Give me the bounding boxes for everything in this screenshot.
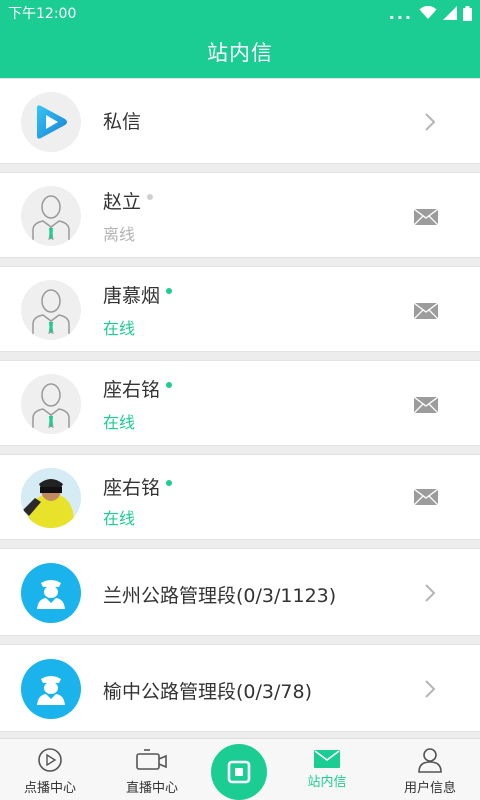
contact-status: 在线 [103, 413, 136, 432]
status-icons: ... [389, 4, 472, 23]
status-dot [147, 193, 154, 200]
mail-icon[interactable] [414, 303, 438, 319]
private-message-label: 私信 [103, 111, 142, 133]
video-camera-icon [136, 749, 167, 770]
chevron-right-icon [425, 584, 436, 602]
contact-row[interactable]: 座右铭 在线 [0, 360, 480, 446]
mail-icon[interactable] [414, 209, 438, 225]
nav-label: 点播中心 [23, 781, 76, 796]
avatar-photo [21, 468, 81, 528]
avatar [21, 280, 81, 340]
officer-icon [37, 676, 65, 705]
play-circle-icon [38, 748, 62, 772]
contact-name: 赵立 [103, 187, 154, 214]
square-icon [227, 760, 251, 784]
center-action-button[interactable] [211, 744, 267, 800]
header: 站内信 [0, 26, 480, 78]
group-row[interactable]: 榆中公路管理段(0/3/78) [0, 644, 480, 732]
nav-label: 用户信息 [403, 781, 456, 796]
status-dot [166, 381, 173, 388]
contact-row[interactable]: 唐慕烟 在线 [0, 266, 480, 352]
default-user-avatar-icon [32, 195, 70, 240]
wifi-icon [419, 6, 437, 19]
group-label: 兰州公路管理段(0/3/1123) [103, 585, 337, 607]
group-avatar [21, 563, 81, 623]
nav-label: 直播中心 [125, 781, 178, 796]
chevron-right-icon [425, 113, 436, 131]
status-dot [166, 287, 173, 294]
status-time: 下午12:00 [8, 6, 77, 22]
status-bar: 下午12:00 ... [0, 0, 480, 26]
user-photo-icon [21, 468, 81, 528]
play-logo-icon [37, 105, 67, 139]
contact-status: 在线 [103, 509, 136, 528]
status-dot [166, 479, 173, 486]
mail-icon[interactable] [414, 489, 438, 505]
group-avatar [21, 659, 81, 719]
default-user-avatar-icon [32, 383, 70, 428]
signal-icon [443, 6, 457, 20]
avatar [21, 186, 81, 246]
contact-status: 离线 [103, 225, 136, 244]
nav-vod-center[interactable]: 点播中心 [2, 739, 98, 800]
avatar [21, 374, 81, 434]
bottom-nav: 点播中心 直播中心 站内信 用户信息 [0, 738, 480, 800]
default-user-avatar-icon [32, 289, 70, 334]
nav-label: 站内信 [307, 775, 347, 790]
page-title: 站内信 [207, 41, 273, 65]
private-message-avatar [21, 92, 81, 152]
private-message-row[interactable]: 私信 [0, 78, 480, 164]
mail-icon[interactable] [414, 397, 438, 413]
group-row[interactable]: 兰州公路管理段(0/3/1123) [0, 548, 480, 636]
group-label: 榆中公路管理段(0/3/78) [103, 681, 312, 703]
officer-icon [37, 580, 65, 609]
message-list[interactable]: 私信 赵立 离线 唐慕烟 在线 座右铭 在线 座右铭 在线 兰州公路管理段(0/… [0, 78, 480, 738]
mail-icon [314, 750, 340, 768]
battery-icon [463, 5, 472, 21]
nav-user-info[interactable]: 用户信息 [382, 739, 478, 800]
chevron-right-icon [425, 680, 436, 698]
contact-row[interactable]: 座右铭 在线 [0, 454, 480, 540]
nav-inbox[interactable]: 站内信 [279, 739, 375, 800]
user-icon [418, 748, 442, 773]
contact-name: 座右铭 [103, 375, 173, 402]
contact-name: 唐慕烟 [103, 281, 173, 308]
contact-row[interactable]: 赵立 离线 [0, 172, 480, 258]
more-dots: ... [388, 3, 413, 23]
nav-live-center[interactable]: 直播中心 [104, 739, 200, 800]
contact-status: 在线 [103, 319, 136, 338]
contact-name: 座右铭 [103, 473, 173, 500]
